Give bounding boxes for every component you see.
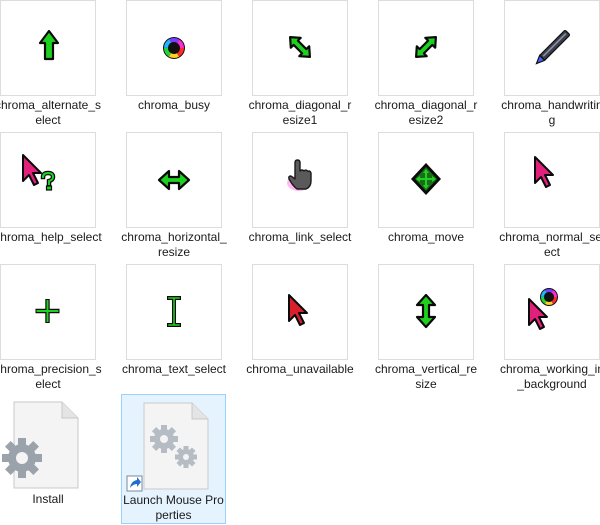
- file-label: chroma_diagonal_resize2: [374, 98, 478, 127]
- vertical-resize-icon: [378, 264, 474, 360]
- settings-file-icon: [2, 401, 79, 489]
- file-label: chroma_alternate_select: [0, 98, 102, 127]
- file-label: chroma_working_in_background: [499, 362, 600, 391]
- file-label: chroma_busy: [137, 98, 211, 112]
- file-label: Install: [32, 492, 64, 506]
- text-ibeam-icon: [126, 264, 222, 360]
- horizontal-resize-icon: [126, 132, 222, 228]
- file-label: chroma_link_select: [248, 230, 352, 244]
- file-launch-mouse-properties[interactable]: Launch Mouse Properties: [121, 394, 226, 524]
- help-select-icon: [0, 132, 96, 228]
- file-label: chroma_normal_select: [499, 230, 600, 259]
- file-label: chroma_unavailable: [246, 362, 354, 376]
- move-icon: [378, 132, 474, 228]
- working-background-icon: [504, 264, 600, 360]
- file-label: chroma_precision_select: [0, 362, 102, 391]
- arrow-pointer-red-icon: [252, 264, 348, 360]
- rainbow-ring-icon: [126, 0, 222, 96]
- hand-pointer-icon: [252, 132, 348, 228]
- file-label: chroma_handwriting: [501, 98, 600, 127]
- file-label: chroma_text_select: [121, 362, 227, 376]
- shortcut-arrow-icon: [126, 475, 143, 492]
- file-install[interactable]: Install: [0, 396, 96, 510]
- file-label: chroma_vertical_resize: [374, 362, 478, 391]
- pen-icon: [504, 0, 600, 96]
- crosshair-icon: [0, 264, 96, 360]
- file-label: chroma_horizontal_resize: [121, 230, 227, 259]
- diagonal-resize-nw-se-icon: [252, 0, 348, 96]
- file-label: chroma_help_select: [0, 230, 102, 244]
- file-label: chroma_diagonal_resize1: [248, 98, 352, 127]
- file-label: Launch Mouse Properties: [123, 493, 224, 522]
- settings-file-shortcut-icon: [126, 402, 209, 492]
- up-arrow-icon: [0, 0, 96, 96]
- file-label: chroma_move: [387, 230, 465, 244]
- arrow-pointer-icon: [504, 132, 600, 228]
- diagonal-resize-ne-sw-icon: [378, 0, 474, 96]
